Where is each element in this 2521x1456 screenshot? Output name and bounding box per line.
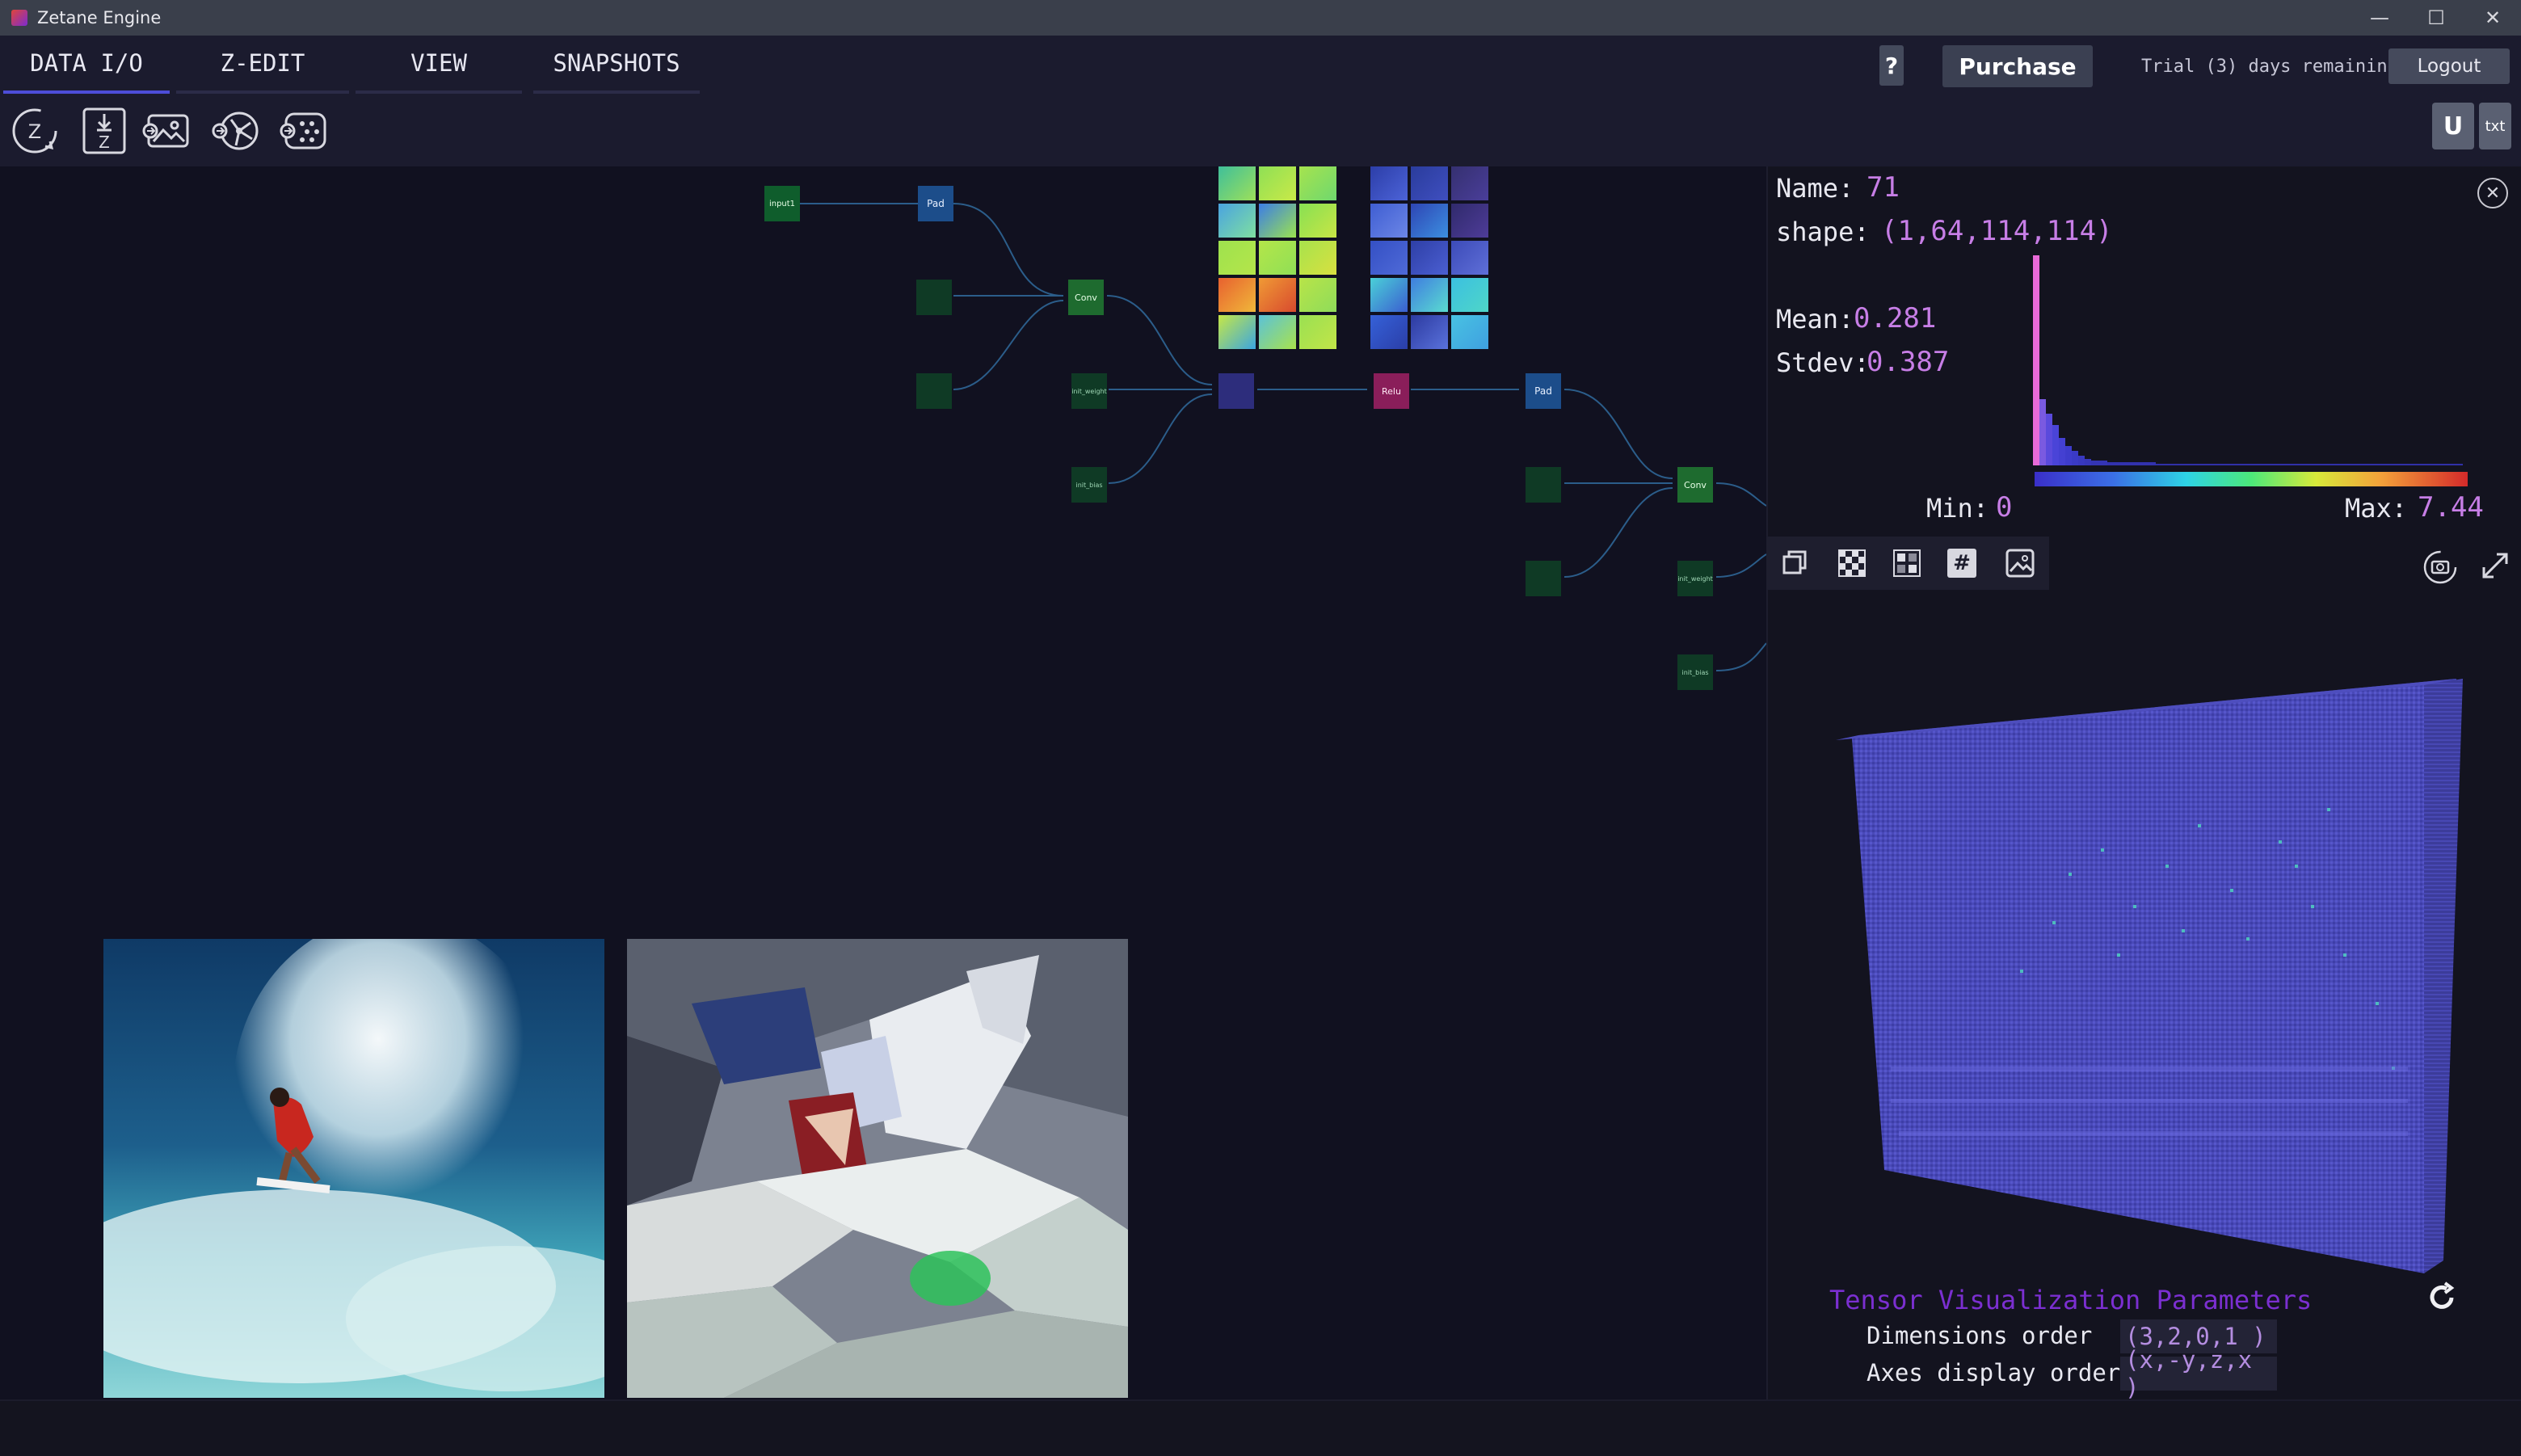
z-rotate-icon[interactable]: Z: [10, 106, 60, 156]
window-title: Zetane Engine: [37, 8, 162, 27]
colormap-bar: [2035, 472, 2468, 486]
graph-node-conv-2[interactable]: Conv: [1677, 467, 1713, 503]
graph-node-init-weight-2[interactable]: init_weight: [1677, 561, 1713, 596]
tab-data-io[interactable]: DATA I/O: [3, 36, 170, 95]
output-image-stylized: [627, 939, 1128, 1398]
tensor-min-label: Min:: [1926, 493, 1989, 524]
graph-node-init-weight-1[interactable]: init_weight: [1071, 373, 1107, 409]
graph-node-init-bias-1[interactable]: init_bias: [1071, 467, 1107, 503]
network-load-icon[interactable]: [212, 106, 262, 156]
trial-status-text: Trial (3) days remaining: [2141, 56, 2398, 77]
u-button[interactable]: U: [2432, 103, 2474, 149]
graph-node-relu[interactable]: Relu: [1374, 373, 1409, 409]
tensor-shape-label: shape:: [1776, 217, 1870, 247]
checker-icon[interactable]: [1836, 547, 1868, 579]
graph-node-weight-a[interactable]: [916, 280, 952, 315]
title-bar: Zetane Engine — ☐ ✕: [0, 0, 2521, 36]
dimensions-order-label: Dimensions order: [1867, 1322, 2093, 1349]
image-icon[interactable]: [2004, 547, 2036, 579]
z-download-icon[interactable]: Z: [79, 106, 129, 156]
tensor-mean-value: 0.281: [1854, 302, 1937, 335]
status-bar: [0, 1399, 2521, 1456]
tensor-stdev-label: Stdev:: [1776, 347, 1870, 378]
snapshot-camera-icon[interactable]: [2422, 549, 2458, 585]
tensor-name-label: Name:: [1776, 173, 1854, 204]
input-image-surfer: [103, 939, 604, 1398]
tensor-shape-value: (1,64,114,114): [1881, 215, 2113, 247]
txt-button[interactable]: txt: [2479, 103, 2511, 149]
close-button[interactable]: ✕: [2464, 0, 2521, 36]
purchase-button[interactable]: Purchase: [1942, 45, 2093, 87]
feature-map-grid-conv[interactable]: [1218, 166, 1336, 349]
graph-node-weight-b[interactable]: [1526, 467, 1561, 503]
app-logo-icon: [11, 10, 27, 26]
graph-node-bias-b[interactable]: [1526, 561, 1561, 596]
tensor-min-value: 0: [1996, 491, 2013, 524]
toolbar: Z Z: [0, 94, 2521, 169]
graph-node-conv-1[interactable]: Conv: [1068, 280, 1104, 315]
svg-text:Z: Z: [99, 133, 110, 152]
minimize-button[interactable]: —: [2351, 0, 2408, 36]
refresh-icon[interactable]: [2424, 1280, 2460, 1315]
image-load-icon[interactable]: [142, 106, 192, 156]
tensor-mean-label: Mean:: [1776, 304, 1854, 335]
tensor-max-label: Max:: [2345, 493, 2408, 524]
graph-node-pad-2[interactable]: Pad: [1526, 373, 1561, 409]
maximize-button[interactable]: ☐: [2408, 0, 2464, 36]
tab-snapshots[interactable]: SNAPSHOTS: [533, 36, 700, 94]
svg-text:Z: Z: [28, 120, 41, 143]
checker-alt-icon[interactable]: [1891, 547, 1923, 579]
axes-display-order-field[interactable]: (x,-y,z,x ): [2120, 1346, 2277, 1401]
copy-icon[interactable]: [1779, 547, 1812, 579]
expand-icon[interactable]: [2479, 549, 2511, 582]
close-panel-button[interactable]: ✕: [2477, 178, 2508, 208]
value-histogram: [2033, 255, 2463, 465]
tensor-3d-visualization[interactable]: [1826, 663, 2473, 1293]
grid-hash-icon[interactable]: #: [1947, 549, 1976, 578]
graph-node-conv-output[interactable]: [1218, 373, 1254, 409]
graph-node-init-bias-2[interactable]: init_bias: [1677, 654, 1713, 690]
axes-display-order-label: Axes display order: [1867, 1359, 2121, 1387]
help-button[interactable]: ?: [1879, 45, 1904, 86]
tensor-max-value: 7.44: [2418, 491, 2484, 524]
dataset-load-icon[interactable]: [280, 106, 330, 156]
graph-node-pad-1[interactable]: Pad: [918, 186, 953, 221]
tensor-stdev-value: 0.387: [1867, 346, 1950, 378]
logout-button[interactable]: Logout: [2388, 48, 2510, 84]
graph-node-bias-a[interactable]: [916, 373, 952, 409]
tensor-name-value: 71: [1867, 171, 1900, 204]
tab-view[interactable]: VIEW: [356, 36, 522, 94]
params-title: Tensor Visualization Parameters: [1829, 1285, 2313, 1315]
feature-map-grid-relu[interactable]: [1370, 166, 1488, 349]
tab-z-edit[interactable]: Z-EDIT: [176, 36, 349, 94]
graph-node-input[interactable]: input1: [764, 186, 800, 221]
